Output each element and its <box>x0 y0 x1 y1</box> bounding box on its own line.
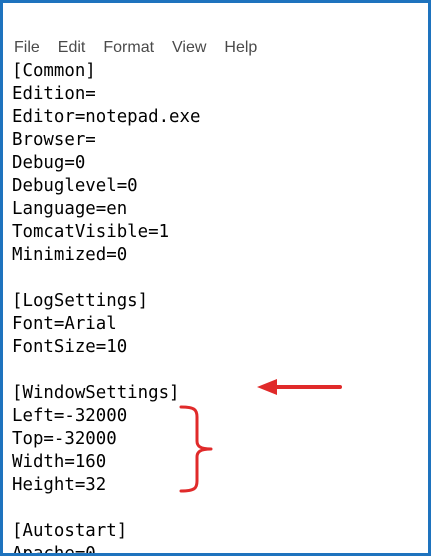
text-line: TomcatVisible=1 <box>12 222 170 242</box>
menu-edit[interactable]: Edit <box>57 39 87 57</box>
text-line: [LogSettings] <box>12 291 149 311</box>
text-line-width: Width=160 <box>12 452 107 472</box>
text-editor-area[interactable]: [Common] Edition= Editor=notepad.exe Bro… <box>12 60 424 553</box>
menu-help[interactable]: Help <box>223 39 258 57</box>
text-line: Font=Arial <box>12 314 117 334</box>
text-line-top: Top=-32000 <box>12 429 117 449</box>
text-line: [Autostart] <box>12 521 128 541</box>
text-line <box>12 359 424 382</box>
menu-file[interactable]: File <box>13 39 41 57</box>
text-line: Browser= <box>12 130 96 150</box>
text-line-height: Height=32 <box>12 475 107 495</box>
text-line: Minimized=0 <box>12 245 128 265</box>
text-line <box>12 267 424 290</box>
text-line: [Common] <box>12 61 96 81</box>
menu-bar: File Edit Format View Help <box>13 36 274 60</box>
text-line <box>12 497 424 520</box>
text-line: Editor=notepad.exe <box>12 107 201 127</box>
menu-view[interactable]: View <box>171 39 207 57</box>
text-line: FontSize=10 <box>12 337 128 357</box>
text-line: Edition= <box>12 84 96 104</box>
text-line: Apache=0 <box>12 544 96 556</box>
text-line-window-settings: [WindowSettings] <box>12 383 180 403</box>
text-line: Debug=0 <box>12 153 86 173</box>
text-line: Debuglevel=0 <box>12 176 138 196</box>
notepad-window: File Edit Format View Help [Common] Edit… <box>0 0 431 556</box>
menu-format[interactable]: Format <box>102 39 155 57</box>
text-line: Language=en <box>12 199 128 219</box>
text-line-left: Left=-32000 <box>12 406 128 426</box>
